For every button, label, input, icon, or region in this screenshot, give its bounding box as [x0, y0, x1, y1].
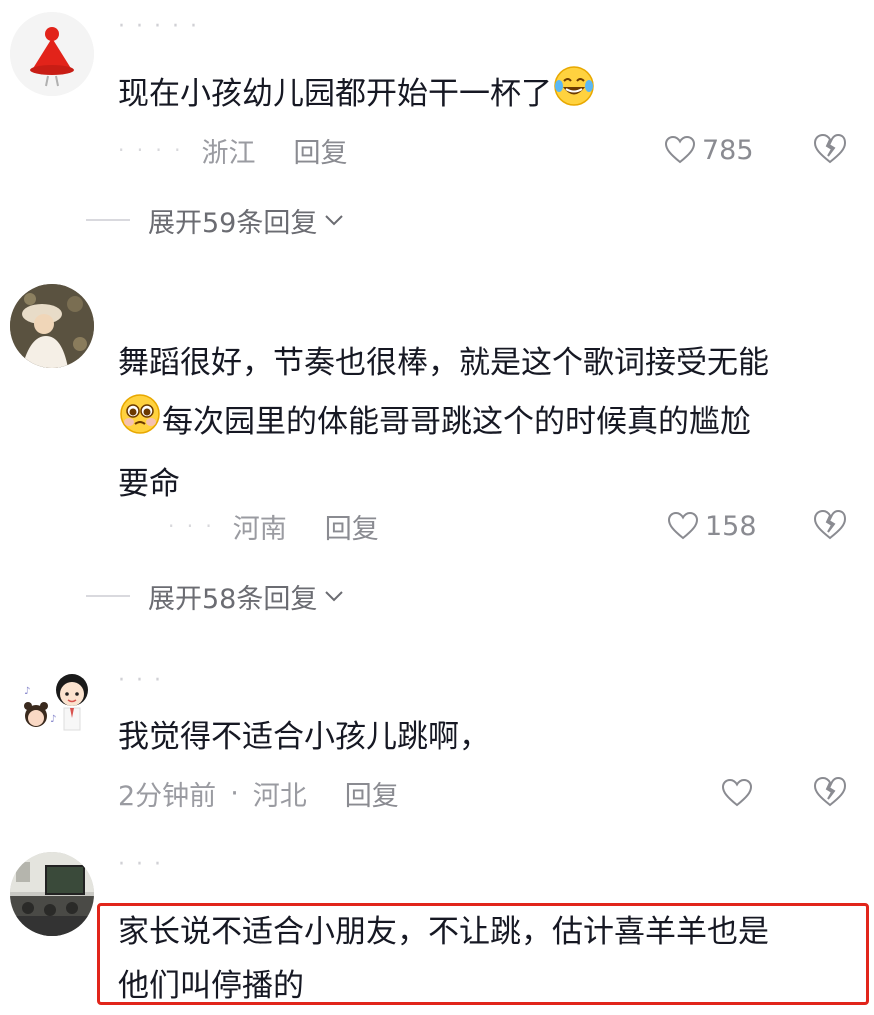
comment-meta: · · · 河南 回复	[118, 506, 379, 546]
chevron-down-icon	[325, 215, 344, 226]
username[interactable]: · · ·	[118, 852, 163, 877]
avatar[interactable]	[10, 852, 94, 936]
pleading-emoji	[118, 392, 162, 455]
comment-text-line: 舞蹈很好，节奏也很棒，就是这个歌词接受无能	[118, 345, 769, 381]
svg-text:♪: ♪	[24, 686, 30, 697]
like-button[interactable]	[721, 773, 759, 813]
divider	[86, 219, 130, 221]
blurred-date: · · · ·	[118, 138, 184, 162]
crying-laughing-emoji	[552, 64, 596, 127]
highlight-box	[97, 903, 869, 1005]
comment-text: 舞蹈很好，节奏也很棒，就是这个歌词接受无能 每次园里的体能哥哥跳这个的时候真的尴…	[118, 334, 769, 513]
dislike-button[interactable]	[813, 776, 847, 810]
like-count: 158	[705, 510, 757, 542]
heart-icon	[667, 511, 699, 540]
broken-heart-icon	[813, 509, 847, 540]
heart-icon	[664, 135, 696, 164]
expand-replies-button[interactable]: 展开58条回复	[86, 576, 345, 616]
broken-heart-icon	[813, 776, 847, 807]
expand-label: 展开59条回复	[148, 207, 318, 239]
timestamp: 2分钟前	[118, 780, 217, 812]
avatar[interactable]: ♪ ♪	[10, 660, 94, 744]
avatar[interactable]	[10, 12, 94, 96]
heart-icon	[721, 778, 753, 807]
chevron-down-icon	[325, 591, 344, 602]
comment-text: 现在小孩幼儿园都开始干一杯了	[118, 64, 596, 127]
comment-text-line: 每次园里的体能哥哥跳这个的时候真的尴尬	[118, 392, 769, 455]
like-count: 785	[702, 134, 754, 166]
comment-meta: 2分钟前 · 河北 回复	[118, 773, 399, 813]
comment-text-line: 要命	[118, 466, 180, 502]
location: 浙江	[201, 137, 256, 169]
comment-text: 我觉得不适合小孩儿跳啊，	[118, 719, 490, 755]
username[interactable]: · · ·	[118, 668, 163, 693]
comment-meta: · · · · 浙江 回复	[118, 130, 348, 170]
expand-replies-button[interactable]: 展开59条回复	[86, 200, 345, 240]
dislike-button[interactable]	[813, 509, 847, 543]
reply-button[interactable]: 回复	[294, 131, 348, 170]
separator: ·	[230, 777, 239, 809]
reply-button[interactable]: 回复	[345, 774, 399, 813]
location: 河北	[252, 780, 307, 812]
like-button[interactable]: 785	[664, 130, 754, 170]
svg-text:♪: ♪	[50, 714, 56, 725]
avatar[interactable]	[10, 284, 94, 368]
expand-label: 展开58条回复	[148, 583, 318, 615]
reply-button[interactable]: 回复	[325, 507, 379, 546]
dislike-button[interactable]	[813, 133, 847, 167]
like-button[interactable]: 158	[667, 506, 757, 546]
comment-text-line: 现在小孩幼儿园都开始干一杯了	[118, 76, 552, 112]
broken-heart-icon	[813, 133, 847, 164]
username[interactable]: · · · · ·	[118, 14, 199, 39]
divider	[86, 595, 130, 597]
blurred-date: · · ·	[168, 514, 215, 538]
location: 河南	[232, 513, 287, 545]
